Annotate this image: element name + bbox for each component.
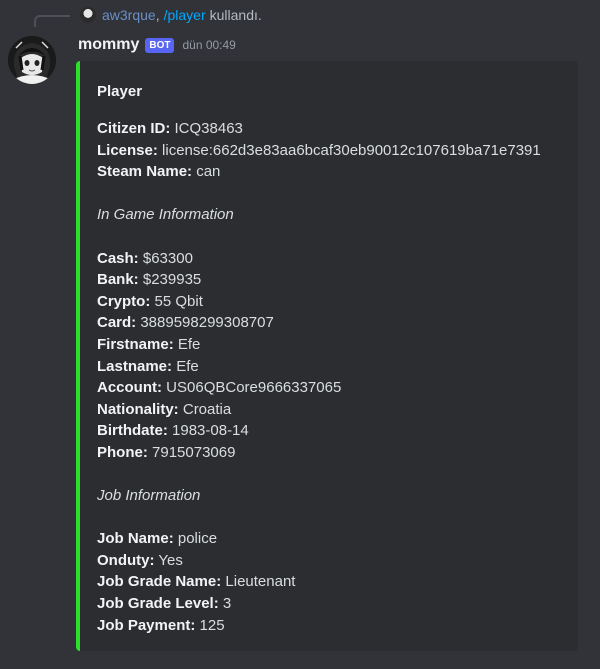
field-label: Firstname: [97, 335, 174, 353]
field-job-payment: Job Payment: 125 [97, 615, 572, 637]
field-value: Efe [176, 357, 199, 375]
avatar[interactable] [8, 36, 56, 84]
field-label: Account: [97, 379, 162, 397]
field-license: License: license:662d3e83aa6bcaf30eb9001… [97, 140, 572, 162]
field-value: police [177, 530, 218, 548]
bot-badge: BOT [145, 37, 175, 53]
field-value: 125 [199, 616, 225, 634]
field-label: Steam Name: [97, 163, 193, 181]
field-label: Job Name: [97, 530, 174, 548]
anime-avatar-icon [8, 36, 56, 84]
field-value: $239935 [142, 271, 202, 289]
username[interactable]: mommy [78, 36, 139, 54]
field-label: Job Grade Name: [97, 573, 222, 591]
field-crypto: Crypto: 55 Qbit [97, 291, 572, 313]
field-steam-name: Steam Name: can [97, 161, 572, 183]
field-firstname: Firstname: Efe [97, 334, 572, 356]
field-account: Account: US06QBCore9666337065 [97, 377, 572, 399]
reply-username[interactable]: aw3rque [102, 7, 156, 23]
reply-command[interactable]: /player [164, 7, 206, 23]
field-label: License: [97, 141, 158, 159]
player-embed: Player Citizen ID: ICQ38463 License: lic… [76, 61, 578, 651]
field-nationality: Nationality: Croatia [97, 399, 572, 421]
field-label: Job Grade Level: [97, 595, 219, 613]
field-value: Croatia [182, 400, 232, 418]
field-value: $63300 [142, 249, 193, 267]
field-label: Nationality: [97, 400, 179, 418]
field-label: Phone: [97, 443, 148, 461]
field-onduty: Onduty: Yes [97, 550, 572, 572]
field-label: Crypto: [97, 292, 151, 310]
reply-user-avatar[interactable] [80, 7, 96, 23]
field-value: Yes [158, 551, 183, 569]
field-phone: Phone: 7915073069 [97, 442, 572, 464]
field-label: Lastname: [97, 357, 173, 375]
field-citizen-id: Citizen ID: ICQ38463 [97, 118, 572, 140]
field-label: Bank: [97, 271, 139, 289]
reply-used-text: kullandı. [209, 7, 262, 23]
field-label: Citizen ID: [97, 120, 171, 137]
reply-connector-line [34, 15, 70, 27]
field-birthdate: Birthdate: 1983-08-14 [97, 420, 572, 442]
field-card: Card: 3889598299308707 [97, 312, 572, 334]
field-label: Job Payment: [97, 616, 196, 634]
field-lastname: Lastname: Efe [97, 356, 572, 378]
field-value: US06QBCore9666337065 [166, 379, 342, 397]
field-value: 55 Qbit [154, 292, 203, 310]
reply-separator: , [155, 7, 160, 23]
field-label: Card: [97, 314, 137, 332]
embed-description: Citizen ID: ICQ38463 License: license:66… [97, 118, 572, 636]
field-job-grade-name: Job Grade Name: Lieutenant [97, 571, 572, 593]
chat-message: aw3rque , /player kullandı. mommy BOT dü… [0, 0, 600, 669]
field-value: can [196, 163, 221, 181]
field-job-name: Job Name: police [97, 528, 572, 550]
field-value: license:662d3e83aa6bcaf30eb90012c107619b… [162, 141, 541, 159]
section-heading-job: Job Information [97, 487, 201, 505]
field-value: 1983-08-14 [172, 422, 249, 440]
field-value: 3889598299308707 [140, 314, 274, 332]
timestamp[interactable]: dün 00:49 [182, 38, 235, 52]
field-label: Birthdate: [97, 422, 168, 440]
message-header: mommy BOT dün 00:49 [78, 34, 236, 56]
embed-title: Player [97, 83, 143, 100]
field-value: 3 [222, 595, 232, 613]
field-cash: Cash: $63300 [97, 248, 572, 270]
field-job-grade-level: Job Grade Level: 3 [97, 593, 572, 615]
field-value: 7915073069 [152, 443, 236, 461]
field-value: ICQ38463 [174, 120, 243, 137]
field-value: Efe [177, 335, 201, 353]
reply-preview[interactable]: aw3rque , /player kullandı. [80, 5, 262, 25]
section-heading-game: In Game Information [97, 206, 234, 224]
field-label: Cash: [97, 249, 139, 267]
field-label: Onduty: [97, 551, 155, 569]
field-bank: Bank: $239935 [97, 269, 572, 291]
field-value: Lieutenant [225, 573, 296, 591]
